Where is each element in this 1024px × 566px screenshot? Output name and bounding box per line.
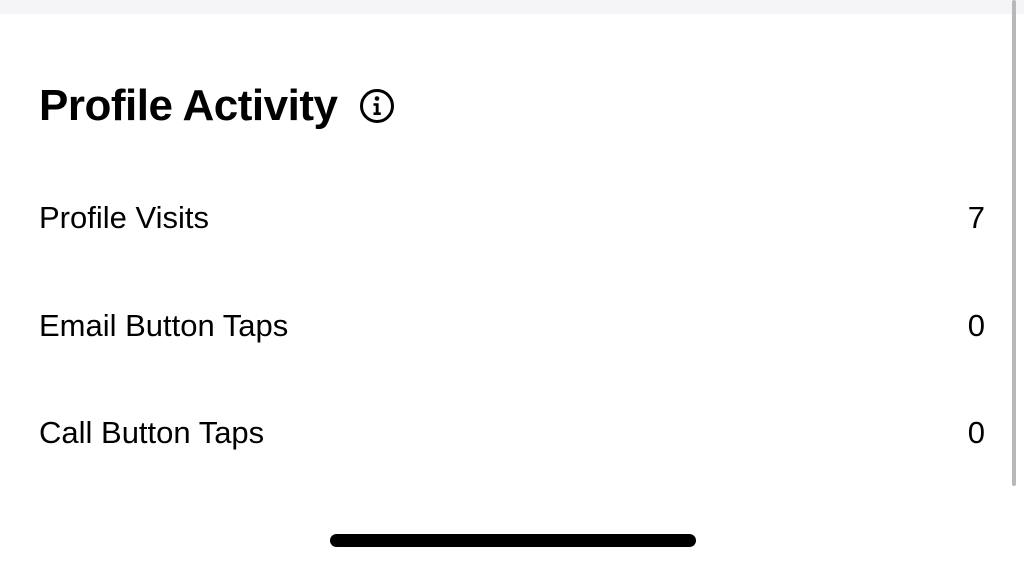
home-indicator[interactable]: [330, 534, 696, 547]
scrollbar-thumb[interactable]: [1012, 0, 1016, 486]
metric-value: 0: [967, 308, 985, 343]
section-header: Profile Activity: [39, 80, 395, 132]
metric-value: 0: [967, 415, 985, 450]
metric-row-call-button-taps: Call Button Taps 0: [39, 413, 985, 453]
metric-label: Email Button Taps: [39, 308, 289, 343]
metric-value: 7: [967, 200, 985, 235]
section-title: Profile Activity: [39, 81, 338, 130]
profile-activity-screen: Profile Activity Profile Visits 7 Email …: [0, 0, 1024, 566]
metric-row-email-button-taps: Email Button Taps 0: [39, 306, 985, 346]
metric-label: Call Button Taps: [39, 415, 265, 450]
metric-label: Profile Visits: [39, 200, 209, 235]
info-icon[interactable]: [359, 88, 395, 124]
scrollbar[interactable]: [1010, 0, 1016, 490]
top-strip: [0, 0, 1024, 14]
metric-row-profile-visits: Profile Visits 7: [39, 198, 985, 238]
